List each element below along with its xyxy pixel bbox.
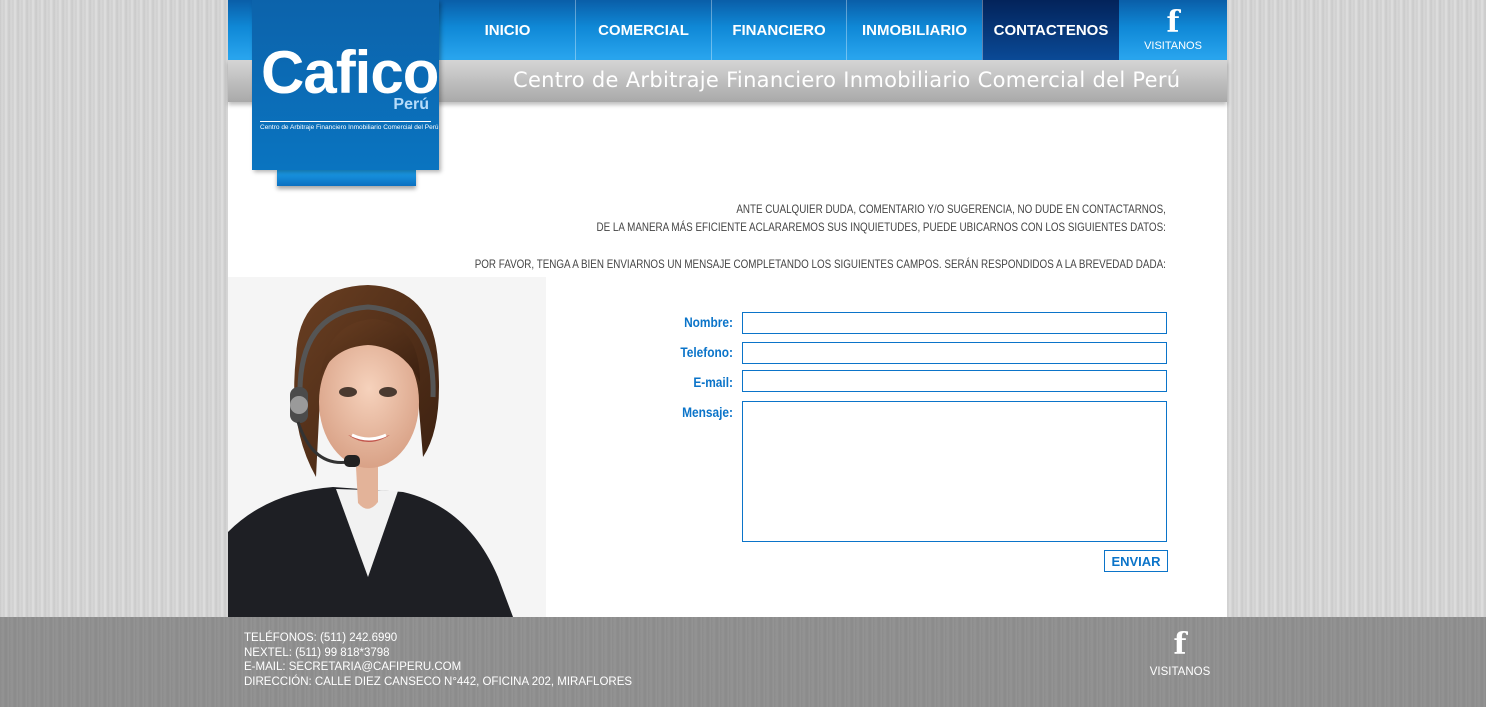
main-nav: INICIO COMERCIAL FINANCIERO INMOBILIARIO…: [440, 0, 1119, 60]
telefono-input[interactable]: [742, 342, 1167, 364]
page-container: Centro de Arbitraje Financiero Inmobilia…: [228, 0, 1227, 617]
telefono-label: Telefono:: [680, 344, 733, 360]
footer-address: DIRECCIÓN: CALLE DIEZ CANSECO N°442, OFI…: [244, 675, 633, 688]
facebook-link-top[interactable]: f VISITANOS: [1119, 0, 1227, 60]
facebook-link-footer[interactable]: f VISITANOS: [1148, 630, 1212, 686]
contact-intro: ANTE CUALQUIER DUDA, COMENTARIO Y/O SUGE…: [475, 200, 1166, 273]
footer-email: E-MAIL: SECRETARIA@CAFIPERU.COM: [244, 661, 462, 673]
cafico-logo[interactable]: Cafico Perú Centro de Arbitraje Financie…: [252, 0, 439, 170]
footer-facebook-label: VISITANOS: [1149, 666, 1211, 678]
site-tagline: Centro de Arbitraje Financiero Inmobilia…: [513, 68, 1181, 92]
agent-illustration: [228, 277, 546, 617]
intro-line-1: ANTE CUALQUIER DUDA, COMENTARIO Y/O SUGE…: [736, 202, 1166, 216]
footer-nextel: NEXTEL: (511) 99 818*3798: [244, 646, 390, 659]
footer: [0, 617, 1486, 707]
facebook-icon: f: [1173, 627, 1187, 662]
mensaje-label: Mensaje:: [682, 404, 733, 420]
nav-contactenos[interactable]: CONTACTENOS: [982, 0, 1119, 60]
facebook-label: VISITANOS: [1144, 40, 1202, 52]
nombre-label: Nombre:: [684, 314, 733, 330]
nombre-input[interactable]: [742, 312, 1167, 334]
nav-inmobiliario[interactable]: INMOBILIARIO: [846, 0, 982, 60]
enviar-button[interactable]: ENVIAR: [1104, 550, 1168, 572]
nav-comercial[interactable]: COMERCIAL: [575, 0, 711, 60]
footer-contact-info: TELÉFONOS: (511) 242.6990 NEXTEL: (511) …: [244, 631, 632, 689]
intro-line-2: DE LA MANERA MÁS EFICIENTE ACLARAREMOS S…: [596, 220, 1166, 234]
email-input[interactable]: [742, 370, 1167, 392]
footer-phones: TELÉFONOS: (511) 242.6990: [244, 632, 398, 644]
intro-line-3: POR FAVOR, TENGA A BIEN ENVIARNOS UN MEN…: [474, 257, 1166, 271]
logo-country: Perú: [393, 96, 429, 113]
email-label: E-mail:: [693, 374, 733, 390]
logo-underline-bar: [277, 170, 416, 186]
nav-financiero[interactable]: FINANCIERO: [711, 0, 846, 60]
logo-divider: [260, 121, 431, 122]
nav-inicio[interactable]: INICIO: [440, 0, 575, 60]
facebook-icon: f: [1166, 5, 1180, 40]
logo-subtitle: Centro de Arbitraje Financiero Inmobilia…: [260, 124, 439, 131]
mensaje-textarea[interactable]: [742, 401, 1167, 542]
support-agent-photo: [228, 277, 546, 617]
